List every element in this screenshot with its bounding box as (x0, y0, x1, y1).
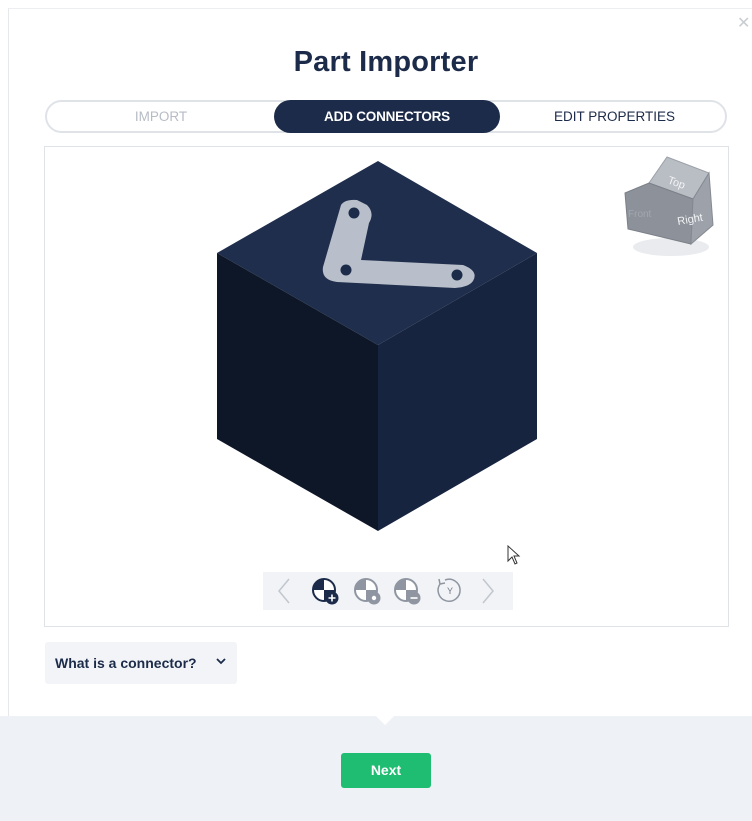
dialog-title: Part Importer (293, 46, 479, 78)
bracket-hole[interactable] (340, 264, 352, 276)
next-button[interactable]: Next (341, 753, 431, 788)
3d-viewport[interactable]: Top Right Front Y (44, 146, 729, 627)
view-cube-front-label: Front (628, 209, 652, 220)
rotate-y-icon: Y (437, 578, 461, 602)
what-is-connector-label: What is a connector? (55, 655, 197, 671)
add-connector-icon (312, 578, 339, 605)
chevron-down-icon (216, 658, 226, 665)
add-connector-button[interactable] (309, 572, 343, 610)
bracket-hole[interactable] (451, 269, 463, 281)
what-is-connector-toggle[interactable]: What is a connector? (45, 642, 237, 684)
step-progress: IMPORT ADD CONNECTORS EDIT PROPERTIES (45, 100, 727, 133)
model-view[interactable]: Top Right Front (45, 147, 728, 626)
footer-notch (375, 715, 395, 725)
step-import[interactable]: IMPORT (47, 100, 275, 133)
cube-model[interactable] (217, 161, 537, 531)
close-icon[interactable]: ✕ (737, 16, 752, 32)
chevron-left-icon (278, 578, 290, 604)
step-edit-properties[interactable]: EDIT PROPERTIES (502, 100, 727, 133)
next-connector-button[interactable] (477, 572, 499, 610)
remove-connector-button[interactable] (391, 572, 425, 610)
step-add-connectors[interactable]: ADD CONNECTORS (274, 100, 500, 133)
view-cube[interactable]: Top Right Front (624, 156, 714, 256)
mouse-cursor-icon (507, 545, 521, 565)
connector-toolbar: Y (263, 572, 513, 610)
bracket-hole[interactable] (348, 207, 360, 219)
rotate-y-label: Y (447, 586, 453, 596)
chevron-right-icon (482, 578, 494, 604)
connector-settings-button[interactable] (351, 572, 385, 610)
prev-connector-button[interactable] (273, 572, 295, 610)
connector-settings-icon (354, 578, 381, 605)
remove-connector-icon (394, 578, 421, 605)
rotate-y-button[interactable]: Y (433, 572, 467, 610)
